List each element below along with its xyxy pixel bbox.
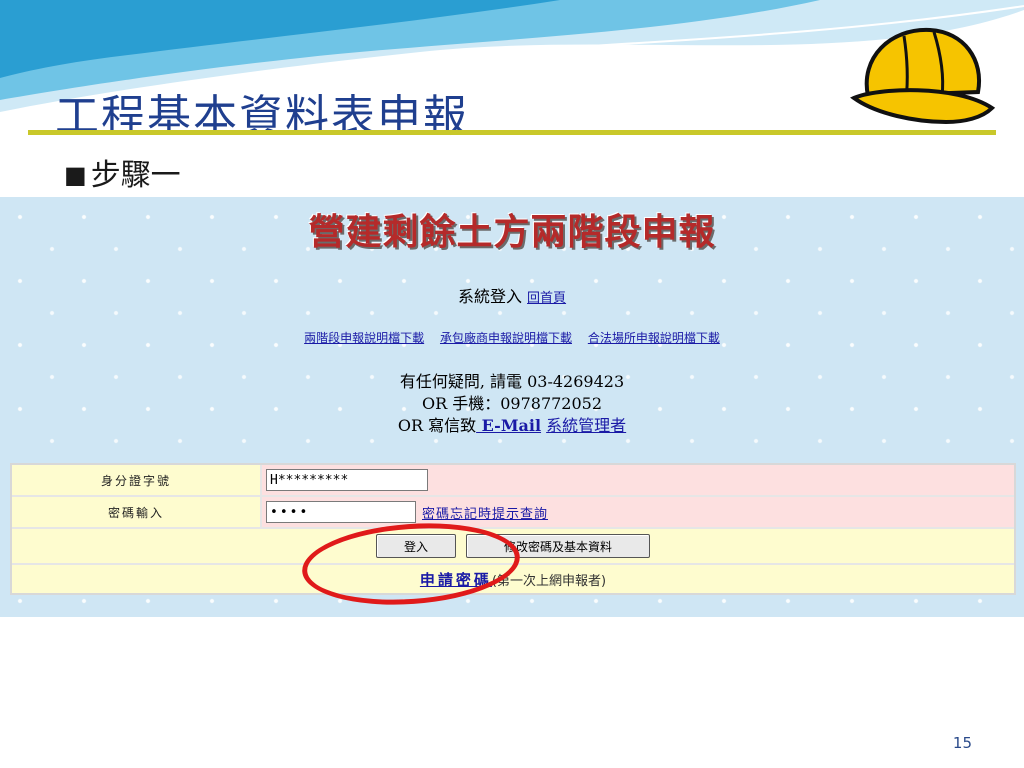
id-input-cell xyxy=(262,465,1014,495)
login-form: 身分證字號 密碼輸入 密碼忘記時提示查詢 登入 修改密碼及基本資料 申請密碼(第… xyxy=(10,463,1016,595)
slide-subtitle: ■ 步驟一 xyxy=(64,150,181,194)
square-bullet-icon: ■ xyxy=(64,161,87,189)
contact-mail: OR 寫信致 E-Mail 系統管理者 xyxy=(0,415,1024,437)
email-link[interactable]: E-Mail xyxy=(476,416,541,435)
subtitle-text: 步驟一 xyxy=(90,158,181,193)
title-divider xyxy=(28,130,996,135)
login-heading: 系統登入 回首頁 xyxy=(0,283,1024,307)
password-input-cell: 密碼忘記時提示查詢 xyxy=(262,497,1014,527)
id-label: 身分證字號 xyxy=(12,465,262,495)
download-link-legal-site[interactable]: 合法場所申報說明檔下載 xyxy=(588,331,720,345)
download-links: 兩階段申報說明檔下載 承包廠商申報說明檔下載 合法場所申報說明檔下載 xyxy=(0,329,1024,346)
id-row: 身分證字號 xyxy=(12,465,1014,497)
password-input[interactable] xyxy=(266,501,416,523)
login-label: 系統登入 xyxy=(457,287,522,306)
download-link-contractor[interactable]: 承包廠商申報說明檔下載 xyxy=(440,331,572,345)
hard-hat-icon xyxy=(850,27,996,125)
contact-phone: 有任何疑問, 請電 03-4269423 xyxy=(399,372,625,391)
contact-mobile: OR 手機：0978772052 xyxy=(421,394,603,413)
contact-mail-prefix: OR 寫信致 xyxy=(397,416,477,435)
home-link[interactable]: 回首頁 xyxy=(527,291,566,306)
id-input[interactable] xyxy=(266,469,428,491)
password-label: 密碼輸入 xyxy=(12,497,262,527)
contact-info: 有任何疑問, 請電 03-4269423 OR 手機：0978772052 OR… xyxy=(0,371,1024,437)
page-number: 15 xyxy=(952,734,972,752)
download-link-two-stage[interactable]: 兩階段申報說明檔下載 xyxy=(304,331,424,345)
password-row: 密碼輸入 密碼忘記時提示查詢 xyxy=(12,497,1014,529)
admin-link[interactable]: 系統管理者 xyxy=(546,416,626,435)
site-banner: 營建剩餘土方兩階段申報 xyxy=(308,211,716,253)
forgot-password-link[interactable]: 密碼忘記時提示查詢 xyxy=(422,503,548,522)
